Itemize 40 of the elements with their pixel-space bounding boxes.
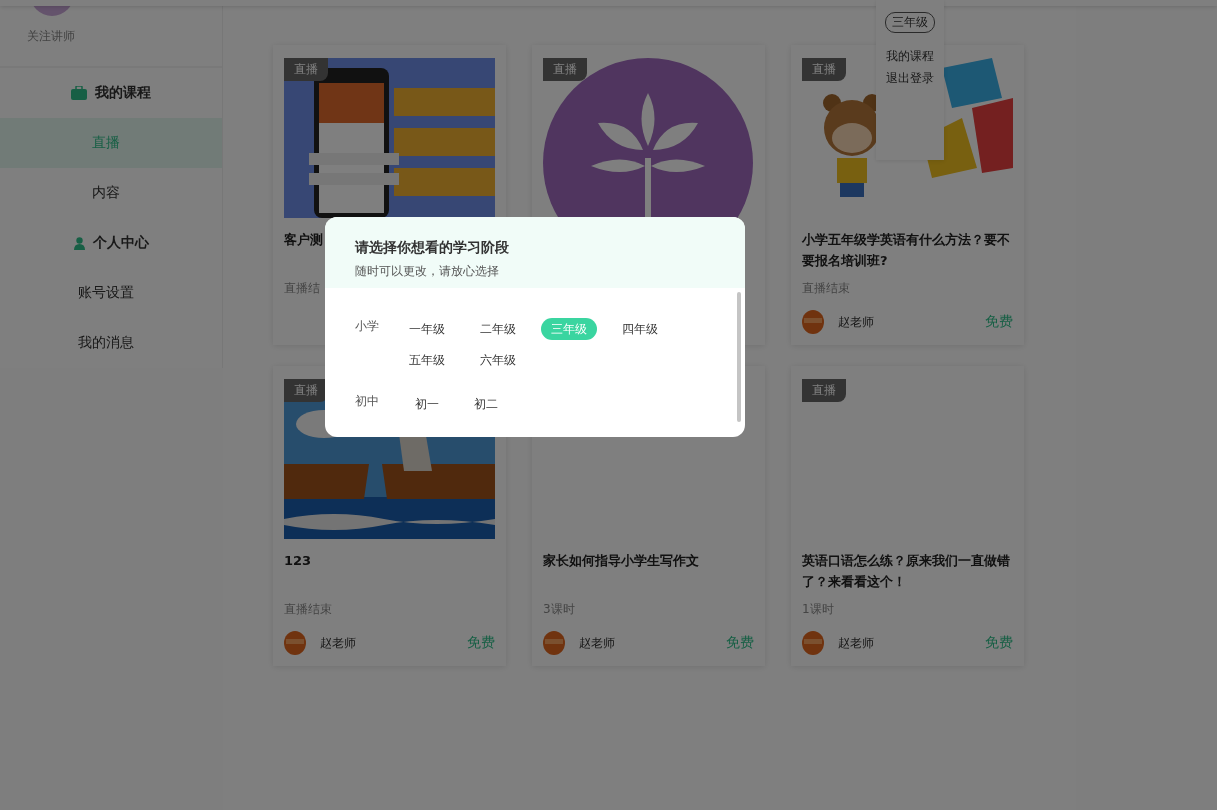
dialog-subtitle: 随时可以更改，请放心选择 xyxy=(355,263,500,280)
teacher-name: 赵老师 xyxy=(838,314,874,329)
briefcase-icon xyxy=(71,86,87,100)
live-badge: 直播 xyxy=(802,58,846,81)
live-badge: 直播 xyxy=(802,379,846,402)
scrollbar[interactable] xyxy=(737,292,741,422)
menu-item[interactable]: 我的消息 xyxy=(0,318,222,368)
avatar-icon xyxy=(543,631,565,655)
stage-label: 初中 xyxy=(355,393,380,410)
avatar-icon xyxy=(802,310,824,334)
course-title: 客户测 xyxy=(284,232,323,247)
dropdown-item[interactable]: 我的课程 xyxy=(886,45,934,67)
teacher-name: 赵老师 xyxy=(579,635,615,650)
price-label: 免费 xyxy=(467,634,495,652)
price-label: 免费 xyxy=(985,634,1013,652)
menu-item[interactable]: 账号设置 xyxy=(0,268,222,318)
grade-option[interactable]: 四年级 xyxy=(612,318,668,340)
live-badge: 直播 xyxy=(284,58,328,81)
menu-item[interactable]: 内容 xyxy=(0,168,222,218)
grade-tag[interactable]: 三年级 xyxy=(885,12,935,33)
price-label: 免费 xyxy=(985,313,1013,331)
course-title: 家长如何指导小学生写作文 xyxy=(543,553,699,568)
course-title: 英语口语怎么练？原来我们一直做错了？来看看这个！ xyxy=(802,553,1010,589)
tree-logo-icon xyxy=(543,58,754,218)
course-title: 小学五年级学英语有什么方法？要不要报名培训班? xyxy=(802,232,1010,268)
avatar-icon xyxy=(284,631,306,655)
menu-heading[interactable]: 个人中心 xyxy=(0,218,222,268)
dropdown-item[interactable]: 退出登录 xyxy=(886,67,934,89)
grade-option[interactable]: 一年级 xyxy=(399,318,455,340)
teacher-name: 赵老师 xyxy=(320,635,356,650)
menu-heading[interactable]: 我的课程 xyxy=(0,68,222,118)
live-badge: 直播 xyxy=(284,379,328,402)
person-icon xyxy=(73,236,85,250)
live-badge: 直播 xyxy=(543,58,587,81)
avatar-icon xyxy=(802,631,824,655)
course-title: 123 xyxy=(284,553,312,568)
stage-label: 小学 xyxy=(355,318,380,335)
price-label: 免费 xyxy=(726,634,754,652)
teacher-name: 赵老师 xyxy=(838,635,874,650)
grade-option[interactable]: 初一 xyxy=(399,393,455,415)
